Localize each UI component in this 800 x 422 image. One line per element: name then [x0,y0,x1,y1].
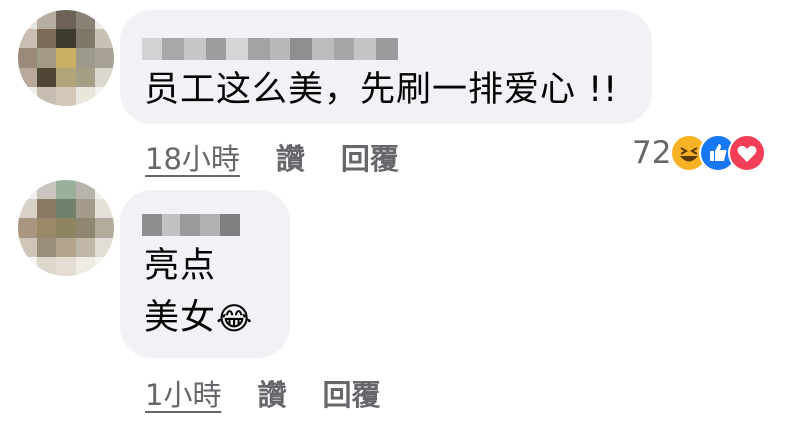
like-button[interactable]: 讚 [257,372,286,414]
commenter-name[interactable] [142,38,398,60]
reaction-count: 72 [632,135,672,171]
commenter-name[interactable] [142,214,240,236]
comment-thread: 员工这么美，先刷一排爱心 !! 18小時 讚 回覆 72 亮点 美女😂 1小時 … [0,0,800,422]
reply-button[interactable]: 回覆 [322,372,380,414]
comment-text-line: 美女😂 [144,298,254,338]
reaction-summary[interactable]: 72 [632,134,767,172]
comment-actions: 18小時 讚 回覆 [145,136,399,178]
tears-of-joy-emoji: 😂 [216,301,254,337]
love-icon [728,134,767,172]
avatar[interactable] [18,10,114,106]
timestamp-link[interactable]: 18小時 [145,136,240,178]
comment-text: 员工这么美，先刷一排爱心 !! [144,70,619,110]
comment-text-line: 亮点 [144,246,217,286]
comment-bubble: 亮点 美女😂 [120,190,290,358]
reply-button[interactable]: 回覆 [341,136,399,178]
comment-bubble: 员工这么美，先刷一排爱心 !! [120,10,652,124]
timestamp-link[interactable]: 1小時 [145,372,221,414]
avatar[interactable] [18,180,114,276]
comment-actions: 1小時 讚 回覆 [145,372,380,414]
like-button[interactable]: 讚 [276,136,305,178]
